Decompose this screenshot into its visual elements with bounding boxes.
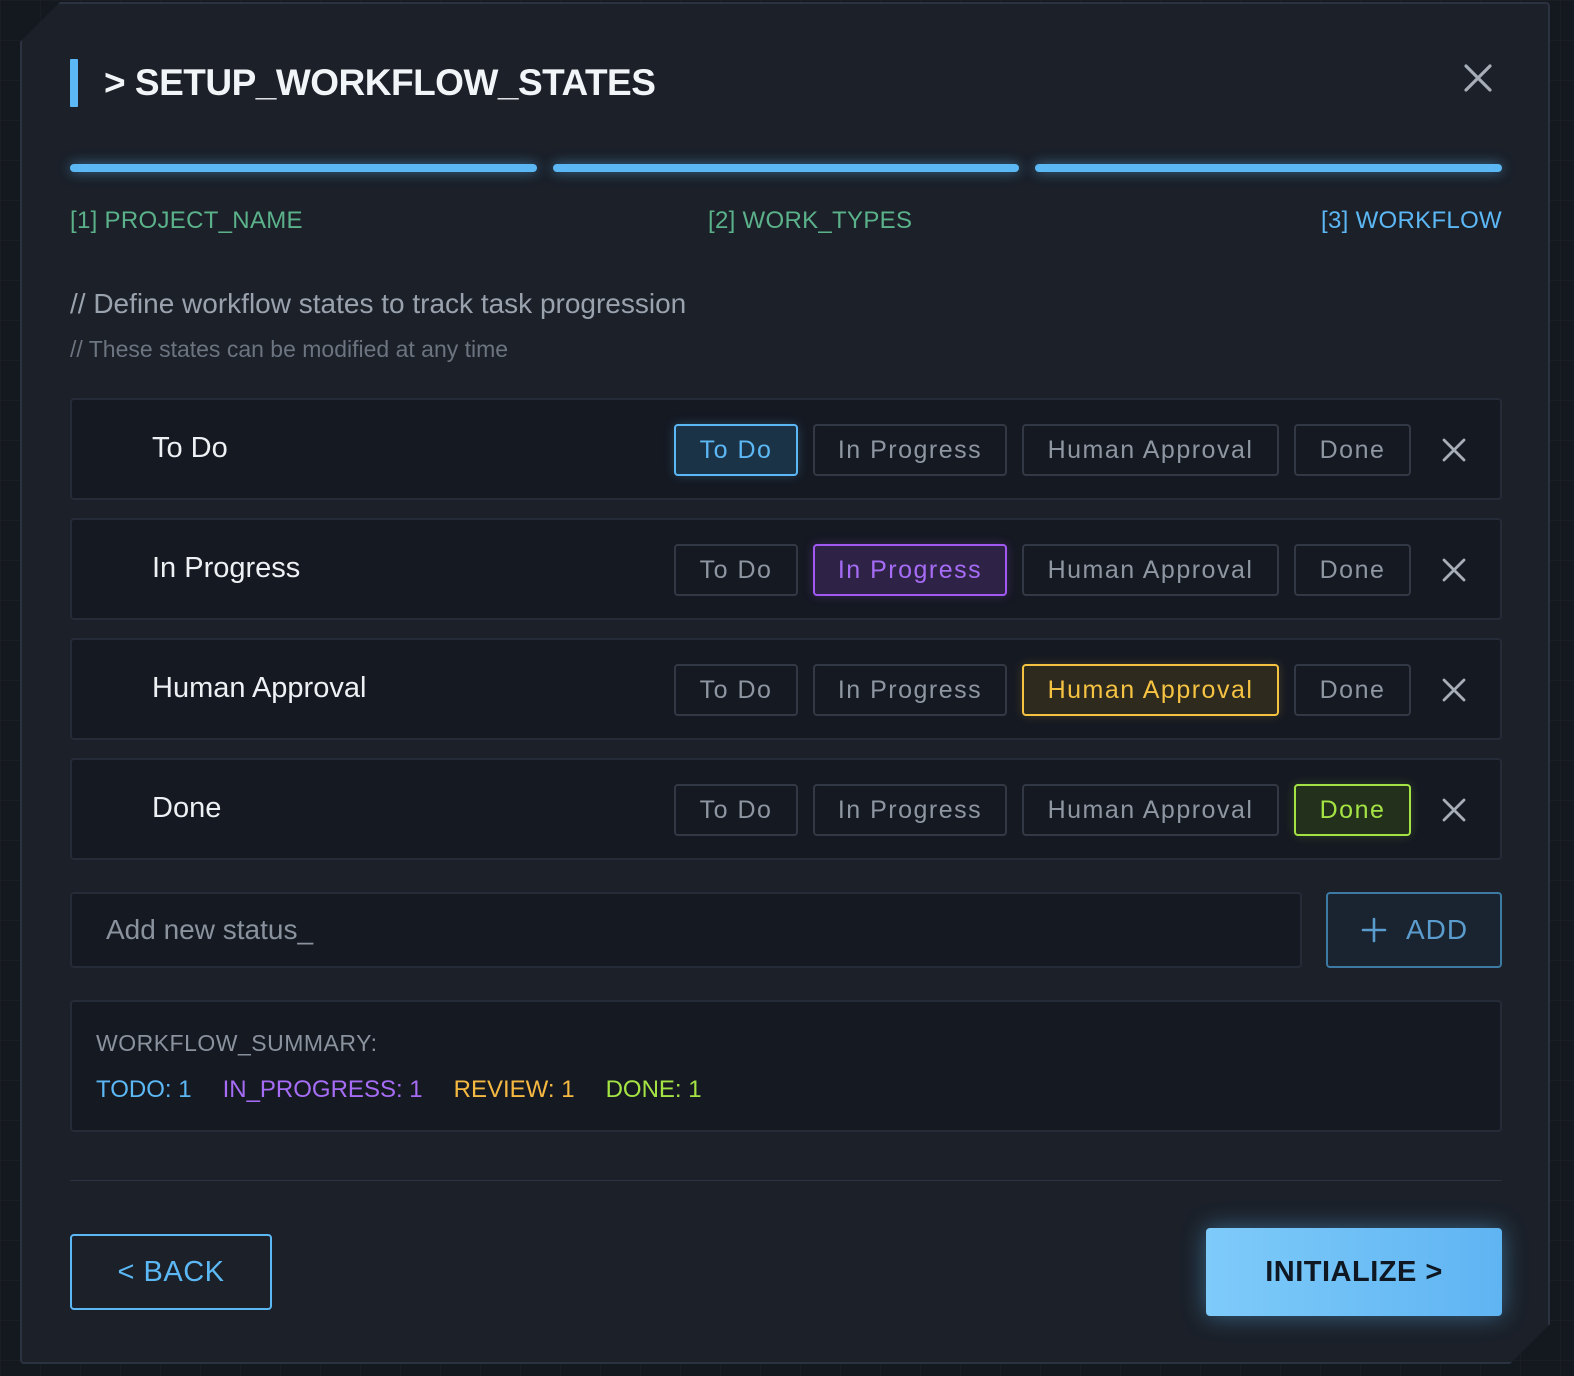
add-button-label: ADD — [1405, 914, 1469, 945]
status-name: Human Approval — [152, 672, 367, 704]
back-button[interactable]: < BACK — [70, 1234, 272, 1310]
remove-status-button[interactable] — [1438, 674, 1470, 706]
category-chip-human-approval[interactable]: Human Approval — [1022, 784, 1279, 836]
summary-done-count: DONE: 1 — [605, 1076, 702, 1103]
category-chip-human-approval[interactable]: Human Approval — [1022, 424, 1279, 476]
summary-stats: TODO: 1 IN_PROGRESS: 1 REVIEW: 1 DONE: 1 — [96, 1076, 702, 1104]
status-row: Human Approval To Do In Progress Human A… — [70, 638, 1502, 740]
plus-icon — [1360, 916, 1388, 944]
category-chip-done[interactable]: Done — [1294, 664, 1411, 716]
progress-segment-1 — [70, 164, 537, 172]
status-name: In Progress — [152, 552, 301, 584]
status-row: Done To Do In Progress Human Approval Do… — [70, 758, 1502, 860]
add-status-button[interactable]: ADD — [1326, 892, 1502, 968]
initialize-button[interactable]: INITIALIZE > — [1206, 1228, 1502, 1316]
remove-status-button[interactable] — [1438, 794, 1470, 826]
close-icon — [1438, 794, 1470, 826]
close-icon — [1438, 674, 1470, 706]
status-name: To Do — [152, 432, 228, 464]
close-icon — [1458, 58, 1498, 98]
category-chip-in-progress[interactable]: In Progress — [813, 424, 1007, 476]
remove-status-button[interactable] — [1438, 554, 1470, 586]
summary-todo-count: TODO: 1 — [96, 1076, 192, 1103]
category-chip-todo[interactable]: To Do — [674, 664, 798, 716]
status-row: To Do To Do In Progress Human Approval D… — [70, 398, 1502, 500]
category-chip-in-progress[interactable]: In Progress — [813, 664, 1007, 716]
category-chip-human-approval[interactable]: Human Approval — [1022, 544, 1279, 596]
remove-status-button[interactable] — [1438, 434, 1470, 466]
status-list: To Do To Do In Progress Human Approval D… — [70, 398, 1502, 878]
progress-segment-3 — [1035, 164, 1502, 172]
workflow-summary: WORKFLOW_SUMMARY: TODO: 1 IN_PROGRESS: 1… — [70, 1000, 1502, 1132]
new-status-input[interactable] — [70, 892, 1302, 968]
category-chip-done[interactable]: Done — [1294, 544, 1411, 596]
summary-label: WORKFLOW_SUMMARY: — [96, 1030, 378, 1056]
step-work-types: [2] WORK_TYPES — [708, 207, 913, 234]
close-icon — [1438, 554, 1470, 586]
footer-divider — [70, 1180, 1502, 1181]
step-labels: [1] PROJECT_NAME [2] WORK_TYPES [3] WORK… — [70, 207, 1502, 239]
category-chip-in-progress[interactable]: In Progress — [813, 784, 1007, 836]
summary-in-progress-count: IN_PROGRESS: 1 — [222, 1076, 423, 1103]
title-accent-bar — [70, 59, 78, 107]
progress-segment-2 — [553, 164, 1020, 172]
step-project-name: [1] PROJECT_NAME — [70, 207, 303, 234]
close-dialog-button[interactable] — [1458, 58, 1498, 98]
category-chip-human-approval[interactable]: Human Approval — [1022, 664, 1279, 716]
description-line-1: // Define workflow states to track task … — [70, 288, 687, 319]
dialog-title: > SETUP_WORKFLOW_STATES — [104, 62, 656, 103]
dialog-header: > SETUP_WORKFLOW_STATES — [70, 58, 655, 108]
category-chip-done[interactable]: Done — [1294, 784, 1411, 836]
step-workflow: [3] WORKFLOW — [1321, 207, 1502, 234]
close-icon — [1438, 434, 1470, 466]
category-chip-todo[interactable]: To Do — [674, 424, 798, 476]
category-chip-done[interactable]: Done — [1294, 424, 1411, 476]
description-line-2: // These states can be modified at any t… — [70, 336, 509, 362]
status-row: In Progress To Do In Progress Human Appr… — [70, 518, 1502, 620]
summary-review-count: REVIEW: 1 — [453, 1076, 575, 1103]
status-name: Done — [152, 792, 222, 824]
category-chip-todo[interactable]: To Do — [674, 544, 798, 596]
step-progress — [70, 164, 1502, 172]
category-chip-in-progress[interactable]: In Progress — [813, 544, 1007, 596]
setup-workflow-dialog: > SETUP_WORKFLOW_STATES [1] PROJECT_NAME… — [20, 2, 1550, 1364]
category-chip-todo[interactable]: To Do — [674, 784, 798, 836]
